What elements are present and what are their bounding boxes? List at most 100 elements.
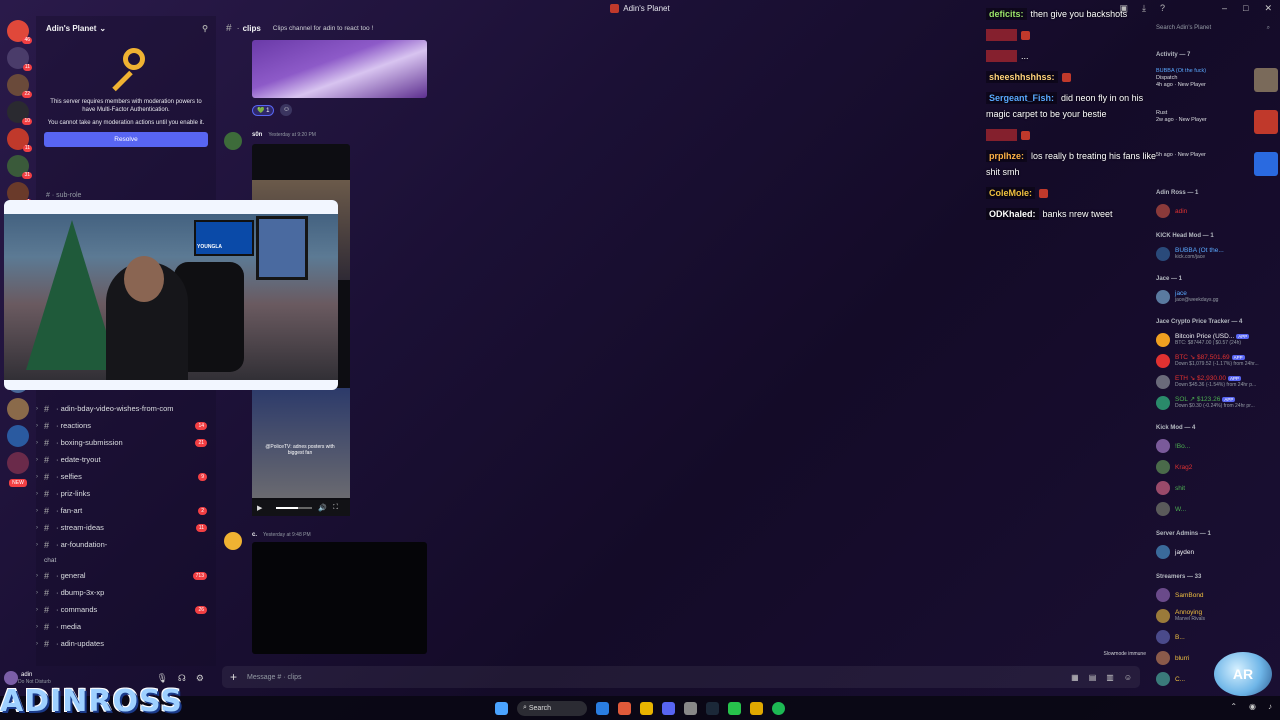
clip-thumbnail[interactable]	[252, 40, 427, 98]
avatar	[1156, 481, 1170, 495]
channel-item[interactable]: › # · media	[36, 618, 216, 635]
member-item[interactable]: B...	[1156, 630, 1278, 644]
edge-icon[interactable]	[596, 701, 609, 715]
message-composer[interactable]: + Message # · clips ▦ ▤ ▥ ☺	[222, 666, 1140, 688]
channel-item[interactable]: › # · adin-bday-video-wishes-from-com	[36, 400, 216, 417]
sticker-icon[interactable]: ▥	[1106, 673, 1114, 682]
hash-icon: #	[44, 403, 50, 414]
add-member-icon[interactable]: ⚲	[202, 24, 208, 33]
headphones-icon[interactable]: ☊	[178, 673, 186, 684]
channel-item[interactable]: › # · ar-foundation-	[36, 536, 216, 553]
spotify-icon[interactable]	[772, 701, 785, 715]
server-icon[interactable]: 22	[7, 74, 32, 98]
message-author[interactable]: c.	[252, 532, 257, 538]
close-icon[interactable]: ✕	[1264, 3, 1272, 14]
gear-icon[interactable]: ⚙	[196, 673, 204, 684]
member-item[interactable]: W...	[1156, 502, 1278, 516]
maximize-icon[interactable]: □	[1243, 3, 1248, 14]
category-chat[interactable]: chat	[36, 553, 216, 567]
channel-item[interactable]: › # · priz-links	[36, 485, 216, 502]
channel-item[interactable]: › # · boxing-submission 21	[36, 434, 216, 451]
server-name-button[interactable]: Adin's Planet ⌄ ⚲	[36, 16, 216, 40]
reactions-row: 💚 1 ☺	[252, 104, 293, 116]
member-item[interactable]: SOL ↗ $123.26 APP Down $0.30 (-0.24%) from…	[1156, 396, 1278, 410]
emoji-icon[interactable]: ☺	[1124, 673, 1132, 682]
channel-item[interactable]: › # · selfies 9	[36, 468, 216, 485]
server-icon[interactable]	[7, 398, 29, 420]
member-item[interactable]: BTC ↘ $87,501.69 APP Down $1,079.52 (-1.17…	[1156, 354, 1278, 368]
video-attachment[interactable]	[252, 542, 427, 654]
reaction-heart[interactable]: 💚 1	[252, 104, 275, 116]
member-item[interactable]: SamBond	[1156, 588, 1278, 602]
app-icon[interactable]	[618, 701, 631, 715]
activity-card[interactable]: BUBBA (Ot the fuck) Dispatch 4h ago · New …	[1156, 68, 1278, 108]
member-item[interactable]: shit	[1156, 481, 1278, 495]
avatar[interactable]	[224, 532, 242, 550]
member-item[interactable]: Annoying Marvel Rivals	[1156, 609, 1278, 623]
folder-icon[interactable]	[750, 701, 763, 715]
member-name: SOL ↗ $123.26 APP	[1175, 396, 1236, 403]
channel-item[interactable]: › # · dbump-3x-xp	[36, 584, 216, 601]
video-controls: ▶ 🔊 ⛶	[252, 500, 350, 516]
server-icon[interactable]: 31	[7, 155, 32, 179]
channel-item[interactable]: › # · general 713	[36, 567, 216, 584]
minimize-icon[interactable]: –	[1222, 3, 1227, 14]
message-input[interactable]: Message # · clips	[247, 674, 301, 681]
resolve-button[interactable]: Resolve	[44, 132, 208, 147]
server-icon[interactable]: 46	[7, 20, 32, 44]
volume-icon[interactable]: ♪	[1268, 702, 1272, 711]
volume-icon[interactable]: 🔊	[318, 504, 327, 512]
chevron-right-icon: ›	[36, 405, 38, 412]
channel-item[interactable]: › # · fan-art 2	[36, 502, 216, 519]
member-item[interactable]: adin	[1156, 204, 1278, 218]
server-icon[interactable]	[7, 425, 29, 447]
member-item[interactable]: jayden	[1156, 545, 1278, 559]
channel-item[interactable]: › # · stream-ideas 11	[36, 519, 216, 536]
discord-icon[interactable]	[662, 701, 675, 715]
member-item[interactable]: BUBBA (Ot the... kick.com/jace	[1156, 247, 1278, 261]
fullscreen-icon[interactable]: ⛶	[333, 504, 338, 512]
member-item[interactable]: Bitcoin Price (USD... APP BTC: $87447.00 |…	[1156, 333, 1278, 347]
user-name: adin	[21, 671, 33, 678]
gif-icon[interactable]: ▤	[1089, 673, 1097, 682]
channel-item[interactable]: › # · reactions 14	[36, 417, 216, 434]
app-icon[interactable]	[728, 701, 741, 715]
activity-card[interactable]: Rust 2w ago · New Player	[1156, 110, 1278, 150]
avatar[interactable]	[224, 132, 242, 150]
network-icon[interactable]: ◉	[1249, 702, 1256, 711]
app-icon[interactable]	[684, 701, 697, 715]
gift-icon[interactable]: ▦	[1071, 673, 1079, 682]
frost-border-top	[4, 200, 338, 214]
message-author[interactable]: s0n	[252, 132, 262, 138]
mention-badge: 11	[195, 523, 207, 532]
search-input[interactable]: Search Adin's Planet ⌕	[1152, 20, 1276, 36]
server-icon[interactable]: 11	[7, 128, 32, 152]
microphone-icon[interactable]: 🎙	[156, 673, 167, 684]
steam-icon[interactable]	[706, 701, 719, 715]
member-item[interactable]: Krag2	[1156, 460, 1278, 474]
member-text: C...	[1175, 676, 1185, 683]
video-progress[interactable]	[276, 507, 313, 509]
member-status: Down $1,079.52 (-1.17%) from 24hr...	[1175, 361, 1259, 367]
play-icon[interactable]: ▶	[257, 504, 262, 512]
activity-card[interactable]: 5h ago · New Player	[1156, 152, 1278, 192]
channel-sub-role[interactable]: # · sub-role	[46, 192, 81, 199]
avatar[interactable]	[4, 671, 18, 685]
tray-icon[interactable]: ⌃	[1230, 702, 1237, 711]
slowmode-label: Slowmode immune	[1103, 651, 1146, 657]
add-attachment-icon[interactable]: +	[230, 670, 237, 684]
start-icon[interactable]	[495, 701, 508, 715]
member-item[interactable]: jace jace@weekdays.gg	[1156, 290, 1278, 304]
taskbar-search[interactable]: ⌕ Search	[517, 700, 587, 716]
chrome-icon[interactable]	[640, 701, 653, 715]
server-icon[interactable]: 10	[7, 101, 32, 125]
member-name: jayden	[1175, 548, 1195, 556]
member-item[interactable]: !Bo...	[1156, 439, 1278, 453]
server-icon[interactable]	[7, 452, 29, 474]
server-icon[interactable]: 11	[7, 47, 32, 71]
channel-item[interactable]: › # · commands 26	[36, 601, 216, 618]
add-reaction-icon[interactable]: ☺	[280, 104, 293, 116]
channel-item[interactable]: › # · adin-updates	[36, 635, 216, 652]
channel-item[interactable]: › # · edate-tryout	[36, 451, 216, 468]
member-item[interactable]: ETH ↘ $2,930.00 APP Down $45.36 (-1.54%) f…	[1156, 375, 1278, 389]
